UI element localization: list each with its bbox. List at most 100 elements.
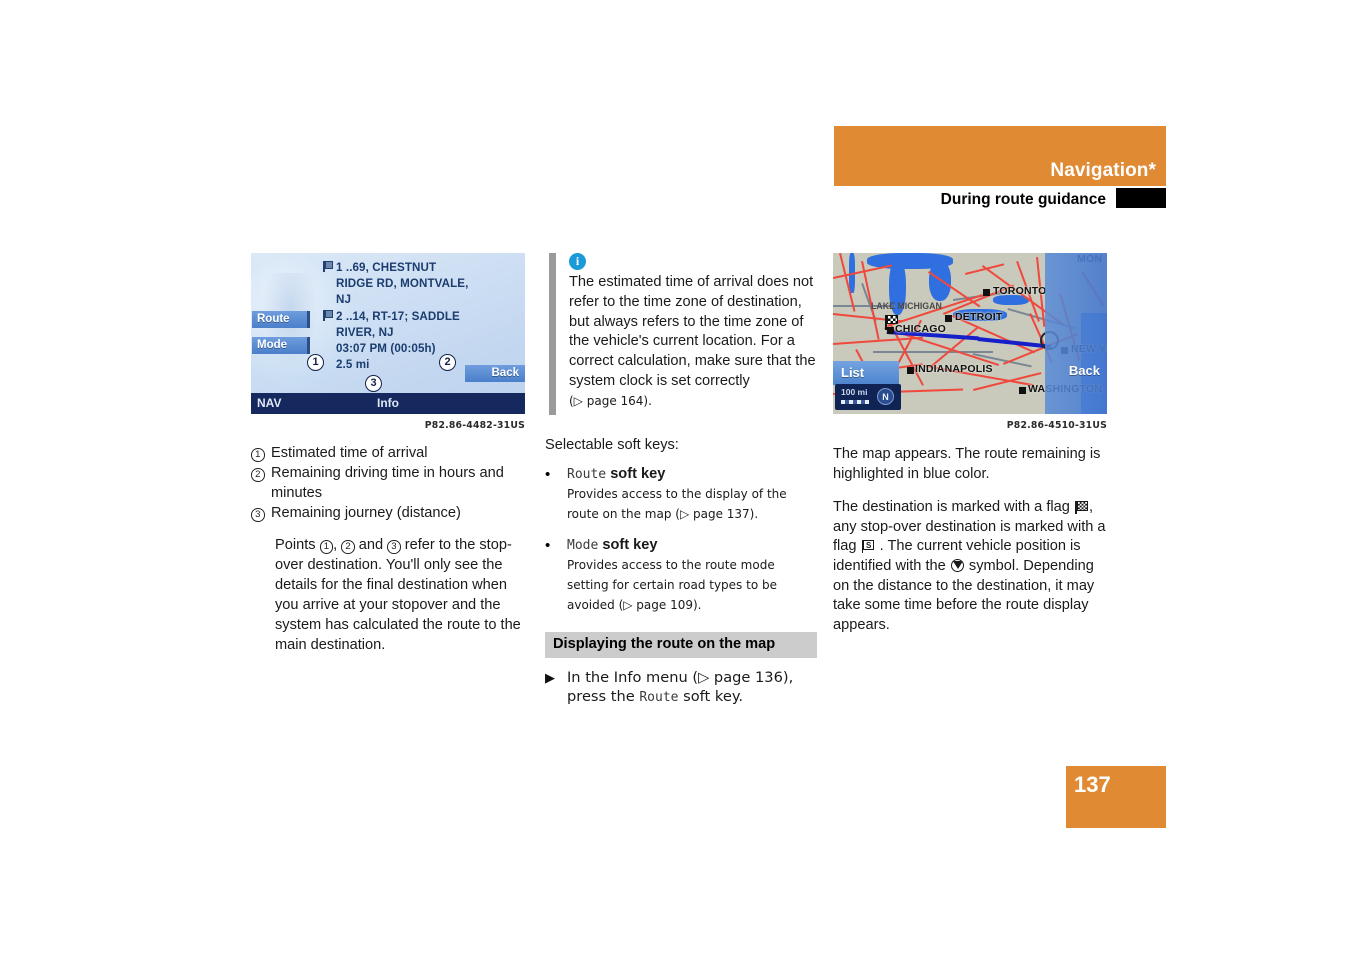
note-part: Points	[275, 537, 320, 553]
status-left-label: NAV	[257, 396, 282, 410]
legend-number: 1	[251, 443, 271, 462]
city-label-indianapolis: INDIANAPOLIS	[915, 363, 993, 375]
legend-text: Remaining journey (distance)	[271, 505, 461, 521]
softkey-description: Provides access to the route mode settin…	[567, 558, 777, 612]
figure-route-map: LAKE MICHIGAN TORONTO DETROIT CHICAGO NE…	[833, 253, 1107, 431]
stopover-flag-letter: S	[863, 540, 875, 551]
callout-marker-1: 1	[307, 354, 324, 371]
map-scale-label: 100 mi	[841, 387, 868, 397]
softkey-route[interactable]: Route	[252, 311, 310, 328]
city-label-detroit: DETROIT	[955, 311, 1003, 323]
flag-icon	[323, 261, 333, 272]
column-middle: i The estimated time of arrival does not…	[545, 253, 817, 708]
circled-number: 1	[251, 448, 265, 462]
bullet-icon: •	[545, 537, 551, 555]
note-part: refer to the stop-over destination. You'…	[275, 537, 521, 653]
header-subtitle: During route guidance	[940, 191, 1106, 208]
figure-caption-2: P82.86-4510-31US	[1006, 420, 1107, 431]
city-label-chicago: CHICAGO	[895, 323, 946, 335]
softkey-bullet-body: Mode soft key Provides access to the rou…	[567, 536, 817, 615]
column-left: 1 ..69, CHESTNUT RIDGE RD, MONTVALE, NJ …	[251, 253, 525, 655]
checkered-flag-icon	[1074, 501, 1088, 515]
step-text: In the Info menu (▷ page 136), press the…	[567, 668, 817, 709]
legend-number: 2	[251, 463, 271, 482]
destination-text: 1 ..69, CHESTNUT	[336, 261, 437, 274]
city-marker	[983, 289, 990, 296]
softkey-bullet-body: Route soft key Provides access to the di…	[567, 465, 817, 524]
text-part: The destination is marked with a flag	[833, 499, 1070, 516]
legend-number: 3	[251, 503, 271, 522]
softkey-suffix: soft key	[606, 466, 666, 482]
softkey-suffix: soft key	[598, 537, 658, 554]
compass-icon: N	[877, 388, 894, 405]
callout-marker-2: 2	[439, 354, 456, 371]
info-icon: i	[569, 253, 586, 270]
destination-text: 2 ..14, RT-17; SADDLE	[336, 309, 460, 323]
border-line	[873, 351, 993, 353]
figure-caption-1: P82.86-4482-31US	[424, 420, 525, 431]
nav-info-screenshot: 1 ..69, CHESTNUT RIDGE RD, MONTVALE, NJ …	[251, 253, 525, 414]
status-center-label: Info	[377, 396, 399, 410]
arrival-time-line: 03:07 PM (00:05h)	[336, 342, 436, 356]
destination-line-4: 2 ..14, RT-17; SADDLE	[323, 309, 521, 325]
softkey-name: Mode	[567, 538, 599, 554]
step-softkey-name: Route	[639, 690, 679, 706]
callout-legend: 1 Estimated time of arrival 2 Remaining …	[251, 443, 525, 655]
page-title: Navigation*	[1050, 160, 1156, 181]
softkey-back[interactable]: Back	[465, 365, 525, 382]
map-screenshot: LAKE MICHIGAN TORONTO DETROIT CHICAGO NE…	[833, 253, 1107, 414]
stopover-flag-icon: S	[861, 540, 875, 554]
softkey-description: Provides access to the display of the ro…	[567, 486, 787, 521]
legend-item: 1 Estimated time of arrival	[251, 443, 525, 463]
softkey-list[interactable]: List	[833, 361, 899, 385]
right-column-text: The map appears. The route remaining is …	[833, 445, 1107, 635]
info-note-body: The estimated time of arrival does not r…	[569, 274, 816, 389]
page-number: 137	[1074, 772, 1111, 797]
destination-line-1: 1 ..69, CHESTNUT	[323, 260, 521, 276]
city-marker	[945, 315, 952, 322]
note-part: ,	[333, 537, 342, 553]
city-marker	[1019, 387, 1026, 394]
info-note-text: The estimated time of arrival does not r…	[569, 273, 817, 412]
info-note-box: i The estimated time of arrival does not…	[545, 253, 817, 415]
destination-line-5: RIVER, NJ	[336, 325, 394, 339]
note-side-bar	[549, 253, 556, 415]
step-suffix: soft key.	[678, 688, 744, 706]
bullet-icon: •	[545, 466, 551, 483]
circled-number: 2	[341, 540, 355, 554]
note-part: and	[354, 537, 388, 553]
legend-item: 3 Remaining journey (distance)	[251, 503, 525, 523]
page-number-block: 137	[1066, 766, 1166, 828]
softkey-mode[interactable]: Mode	[252, 337, 310, 354]
circled-number: 3	[387, 540, 401, 554]
circled-number: 3	[251, 508, 265, 522]
destination-flag-icon	[885, 315, 898, 330]
destination-list: 1 ..69, CHESTNUT RIDGE RD, MONTVALE, NJ …	[323, 260, 521, 373]
softkey-name: Route	[567, 467, 607, 482]
highway-line	[965, 263, 1005, 275]
paragraph-map-appears: The map appears. The route remaining is …	[833, 446, 1101, 482]
header-band: Navigation*	[834, 126, 1166, 186]
callout-marker-3: 3	[365, 375, 382, 392]
nav-status-bar: NAV Info	[251, 393, 525, 414]
paragraph-markers: The destination is marked with a flag , …	[833, 498, 1107, 635]
circled-number: 2	[251, 468, 265, 482]
city-marker	[907, 367, 914, 374]
destination-line-2: RIDGE RD, MONTVALE,	[336, 277, 469, 291]
city-label-toronto: TORONTO	[993, 285, 1047, 297]
legend-item: 2 Remaining driving time in hours and mi…	[251, 463, 525, 503]
map-scale-bar	[841, 400, 869, 404]
destination-line-3: NJ	[336, 293, 352, 307]
softkey-bullet-list: • Route soft key Provides access to the …	[545, 465, 817, 616]
legend-text: Estimated time of arrival	[271, 445, 428, 461]
column-right: LAKE MICHIGAN TORONTO DETROIT CHICAGO NE…	[833, 253, 1107, 649]
softkey-back-panel[interactable]: Back	[1045, 253, 1107, 414]
manual-page: Navigation* During route guidance 1 ..69…	[0, 0, 1351, 954]
vehicle-position-icon	[950, 558, 964, 572]
figure-nav-info-screen: 1 ..69, CHESTNUT RIDGE RD, MONTVALE, NJ …	[251, 253, 525, 431]
info-note-ref: (▷ page 164).	[569, 393, 652, 408]
selectable-softkeys-label: Selectable soft keys:	[545, 437, 679, 453]
chapter-thumb-tab	[1116, 188, 1166, 208]
flag-icon	[323, 309, 333, 321]
list-item: • Route soft key Provides access to the …	[545, 465, 817, 524]
